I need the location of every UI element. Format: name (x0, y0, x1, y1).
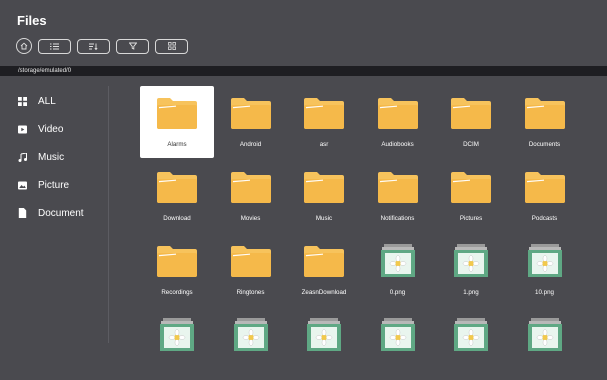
file-name: asr (319, 141, 329, 148)
file-name: Recordings (161, 289, 193, 296)
folder-icon (450, 96, 492, 130)
image-file-item[interactable]: 10.png (508, 234, 582, 306)
sidebar-item-music[interactable]: Music (17, 150, 64, 164)
file-name: Documents (528, 141, 561, 148)
file-grid: Alarms Android asr Audiobooks DCIM Documents D… (140, 86, 607, 351)
file-name: Alarms (167, 141, 187, 148)
folder-item[interactable]: Notifications (361, 160, 435, 232)
image-file-icon (303, 318, 345, 352)
image-file-item[interactable] (434, 308, 508, 380)
folder-item[interactable]: ZeasnDownload (287, 234, 361, 306)
sidebar-item-all[interactable]: ALL (17, 94, 56, 108)
filter-icon (128, 42, 137, 50)
image-file-icon (450, 318, 492, 352)
image-file-item[interactable] (508, 308, 582, 380)
sidebar-item-picture[interactable]: Picture (17, 178, 69, 192)
folder-icon (230, 96, 272, 130)
sidebar-divider (108, 86, 109, 343)
sort-icon (89, 43, 98, 50)
file-name: Movies (240, 215, 261, 222)
image-file-icon (156, 318, 198, 352)
home-button[interactable] (16, 38, 32, 54)
image-file-item[interactable] (140, 308, 214, 380)
file-manager-screen: Files /storage/emulated/0 ALL Video Musi… (0, 0, 607, 351)
folder-item[interactable]: Alarms (140, 86, 214, 158)
image-file-item[interactable] (361, 308, 435, 380)
folder-icon (377, 96, 419, 130)
image-file-icon (524, 318, 566, 352)
path-bar: /storage/emulated/0 (0, 66, 607, 76)
folder-icon (377, 170, 419, 204)
file-name: Android (239, 141, 262, 148)
folder-item[interactable]: asr (287, 86, 361, 158)
file-name: ZeasnDownload (301, 289, 347, 296)
image-file-item[interactable] (287, 308, 361, 380)
sidebar-item-document[interactable]: Document (17, 206, 84, 220)
file-name: 1.png (463, 289, 479, 296)
folder-item[interactable]: Podcasts (508, 160, 582, 232)
music-note-icon (17, 152, 27, 162)
folder-icon (156, 244, 198, 278)
file-name: Music (315, 215, 333, 222)
file-name: Audiobooks (381, 141, 414, 148)
document-icon (17, 208, 27, 218)
image-file-icon (524, 244, 566, 278)
folder-item[interactable]: Download (140, 160, 214, 232)
folder-item[interactable]: DCIM (434, 86, 508, 158)
image-file-item[interactable]: 0.png (361, 234, 435, 306)
folder-item[interactable]: Android (214, 86, 288, 158)
sidebar-item-label: Picture (38, 179, 70, 191)
folder-icon (156, 170, 198, 204)
image-file-icon (377, 244, 419, 278)
image-file-item[interactable] (214, 308, 288, 380)
sidebar: ALL Video Music Picture Document (0, 86, 108, 343)
image-file-icon (230, 318, 272, 352)
folder-item[interactable]: Pictures (434, 160, 508, 232)
folder-icon (524, 96, 566, 130)
image-file-icon (450, 244, 492, 278)
file-name: Download (163, 215, 191, 222)
sidebar-item-label: Document (38, 207, 84, 219)
folder-icon (156, 96, 198, 130)
folder-item[interactable]: Audiobooks (361, 86, 435, 158)
folder-icon (524, 170, 566, 204)
folder-icon (303, 244, 345, 278)
image-file-item[interactable]: 1.png (434, 234, 508, 306)
grid-view-icon (167, 42, 176, 50)
toolbar (16, 38, 188, 54)
folder-item[interactable]: Music (287, 160, 361, 232)
folder-icon (230, 244, 272, 278)
folder-item[interactable]: Ringtones (214, 234, 288, 306)
app-title: Files (17, 13, 47, 28)
file-name: Notifications (380, 215, 415, 222)
folder-icon (303, 96, 345, 130)
sidebar-item-label: Video (38, 123, 64, 135)
video-icon (17, 124, 27, 134)
folder-icon (303, 170, 345, 204)
folder-item[interactable]: Documents (508, 86, 582, 158)
file-name: Podcasts (531, 215, 558, 222)
sidebar-item-label: Music (38, 151, 65, 163)
file-name: Pictures (459, 215, 483, 222)
sidebar-item-video[interactable]: Video (17, 122, 63, 136)
sort-button[interactable] (77, 38, 110, 54)
filter-button[interactable] (116, 38, 149, 54)
file-name: 0.png (389, 289, 406, 296)
file-name: DCIM (463, 141, 479, 148)
folder-item[interactable]: Movies (214, 160, 288, 232)
folder-icon (450, 170, 492, 204)
grid-view-button[interactable] (155, 38, 188, 54)
list-view-icon (50, 43, 59, 49)
folder-item[interactable]: Recordings (140, 234, 214, 306)
list-view-button[interactable] (38, 38, 71, 54)
sidebar-item-label: ALL (38, 95, 56, 107)
picture-icon (17, 180, 27, 190)
image-file-icon (377, 318, 419, 352)
grid-icon (17, 96, 27, 106)
file-name: Ringtones (236, 289, 265, 296)
file-name: 10.png (535, 289, 554, 296)
home-icon (20, 42, 28, 50)
folder-icon (230, 170, 272, 204)
